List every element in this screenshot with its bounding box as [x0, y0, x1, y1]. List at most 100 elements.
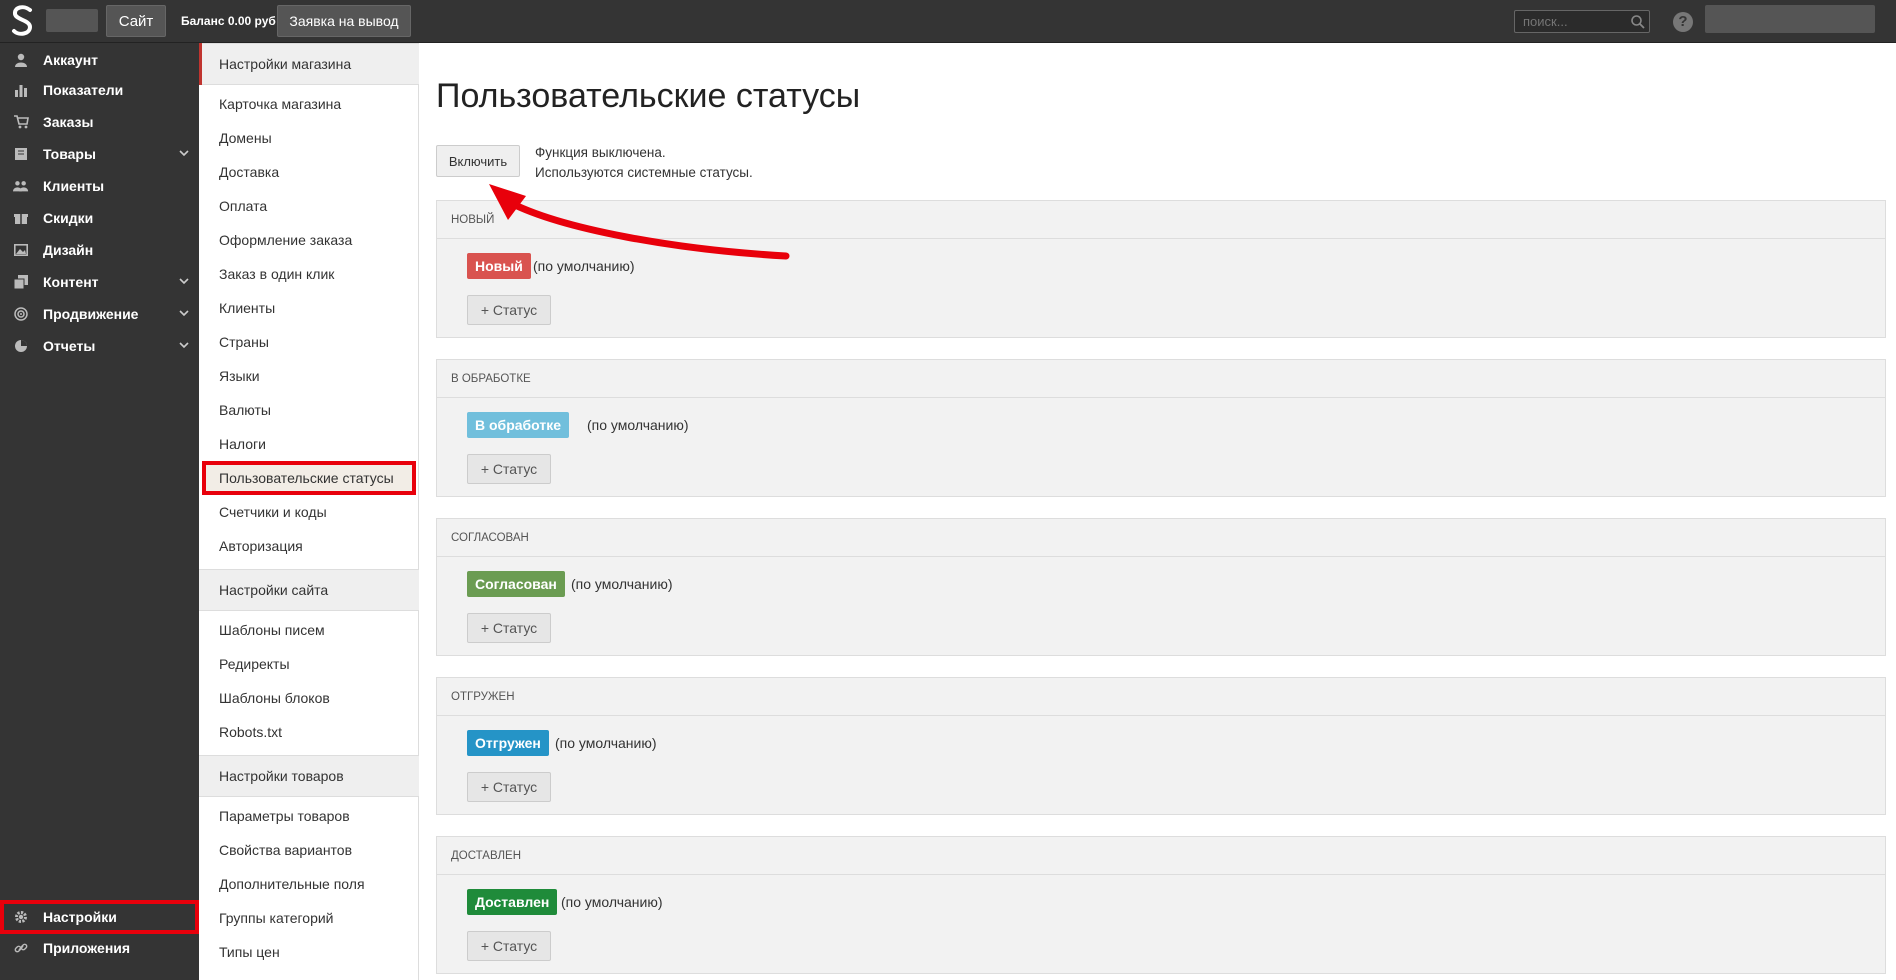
default-note: (по умолчанию): [561, 894, 663, 910]
subnav-header-shop[interactable]: Настройки магазина: [199, 43, 419, 85]
gear-icon: [13, 909, 29, 925]
panel-header: Согласован: [437, 519, 1885, 557]
subnav-accent-bar: [199, 43, 202, 85]
sidebar-item-orders[interactable]: Заказы: [0, 107, 199, 137]
status-badge[interactable]: Отгружен: [467, 730, 549, 756]
add-status-label: Статус: [492, 461, 538, 477]
subnav-item[interactable]: Языки: [199, 359, 419, 393]
page-title: Пользовательские статусы: [436, 77, 861, 115]
sidebar-item-label: Настройки: [43, 909, 117, 925]
default-note: (по умолчанию): [587, 417, 689, 433]
add-status-button[interactable]: + Статус: [467, 772, 551, 802]
add-status-label: Статус: [492, 779, 538, 795]
add-status-button[interactable]: + Статус: [467, 454, 551, 484]
subnav-item-active[interactable]: Пользовательские статусы: [202, 461, 416, 495]
site-select[interactable]: [46, 9, 98, 32]
sidebar-item-label: Показатели: [43, 82, 124, 98]
sidebar-item-content[interactable]: Контент: [0, 267, 199, 297]
sidebar-item-account[interactable]: Аккаунт: [0, 45, 199, 75]
default-note: (по умолчанию): [555, 735, 657, 751]
sidebar-item-label: Заказы: [43, 114, 94, 130]
sidebar-item-label: Аккаунт: [43, 52, 99, 68]
subnav-item[interactable]: Доставка: [199, 155, 419, 189]
sidebar-item-label: Скидки: [43, 210, 94, 226]
chevron-down-icon: [179, 342, 189, 349]
chevron-down-icon: [179, 150, 189, 157]
sidebar-item-reports[interactable]: Отчеты: [0, 331, 199, 361]
add-status-button[interactable]: + Статус: [467, 295, 551, 325]
subnav-item[interactable]: Счетчики и коды: [199, 495, 419, 529]
subnav-item[interactable]: Параметры товаров: [199, 799, 419, 833]
copy-icon: [13, 274, 29, 290]
search-icon[interactable]: [1630, 14, 1646, 30]
main-content: Пользовательские статусы Включить Функци…: [420, 43, 1896, 980]
plus-icon: +: [480, 302, 490, 318]
status-badge[interactable]: Новый: [467, 253, 531, 279]
add-status-button[interactable]: + Статус: [467, 613, 551, 643]
subnav-header-site[interactable]: Настройки сайта: [199, 569, 419, 611]
sidebar-item-discounts[interactable]: Скидки: [0, 203, 199, 233]
logo-s-icon[interactable]: [8, 4, 38, 38]
panel-header: Новый: [437, 201, 1885, 239]
link-icon: [13, 940, 29, 956]
status-badge[interactable]: Доставлен: [467, 889, 558, 915]
subnav-item[interactable]: Группы категорий: [199, 901, 419, 935]
subnav-item[interactable]: Налоги: [199, 427, 419, 461]
subnav-item[interactable]: Домены: [199, 121, 419, 155]
sidebar-item-label: Приложения: [43, 940, 131, 956]
subnav-item[interactable]: Редиректы: [199, 647, 419, 681]
status-panel-shipped: Отгружен Отгружен (по умолчанию) + Стату…: [436, 677, 1886, 815]
sidebar-item-label: Товары: [43, 146, 96, 162]
sidebar-item-products[interactable]: Товары: [0, 139, 199, 169]
function-status-line2: Используются системные статусы.: [535, 165, 753, 180]
chevron-down-icon: [179, 278, 189, 285]
subnav-item[interactable]: Страны: [199, 325, 419, 359]
status-panel-processing: В обработке В обработке (по умолчанию) +…: [436, 359, 1886, 497]
sidebar-item-promotion[interactable]: Продвижение: [0, 299, 199, 329]
sidebar-item-label: Отчеты: [43, 338, 96, 354]
target-icon: [13, 306, 29, 322]
sidebar-item-clients[interactable]: Клиенты: [0, 171, 199, 201]
enable-button[interactable]: Включить: [436, 145, 520, 177]
sidebar-item-apps[interactable]: Приложения: [0, 933, 199, 963]
default-note: (по умолчанию): [533, 258, 635, 274]
status-panel-agreed: Согласован Согласован (по умолчанию) + С…: [436, 518, 1886, 656]
balance-text: Баланс 0.00 руб: [181, 14, 276, 28]
subnav-item[interactable]: Дополнительные поля: [199, 867, 419, 901]
top-bar: Сайт Баланс 0.00 руб Заявка на вывод ?: [0, 0, 1896, 43]
status-panel-new: Новый Новый (по умолчанию) + Статус: [436, 200, 1886, 338]
sidebar-item-settings[interactable]: Настройки: [0, 900, 199, 934]
status-badge[interactable]: Согласован: [467, 571, 565, 597]
subnav-item[interactable]: Свойства вариантов: [199, 833, 419, 867]
subnav-item[interactable]: Клиенты: [199, 291, 419, 325]
chevron-down-icon: [179, 310, 189, 317]
add-status-label: Статус: [492, 938, 538, 954]
book-icon: [13, 146, 29, 162]
user-menu[interactable]: [1705, 5, 1875, 33]
subnav-item[interactable]: Карточка магазина: [199, 87, 419, 121]
withdraw-button[interactable]: Заявка на вывод: [277, 5, 411, 37]
status-badge[interactable]: В обработке: [467, 412, 570, 438]
sidebar-item-label: Контент: [43, 274, 99, 290]
subnav-item[interactable]: Шаблоны блоков: [199, 681, 419, 715]
site-button[interactable]: Сайт: [106, 5, 166, 37]
subnav-item[interactable]: Оформление заказа: [199, 223, 419, 257]
main-sidebar: Аккаунт Показатели Заказы Товары Клиенты…: [0, 43, 199, 980]
sidebar-item-label: Продвижение: [43, 306, 139, 322]
sidebar-item-stats[interactable]: Показатели: [0, 75, 199, 105]
subnav-item[interactable]: Авторизация: [199, 529, 419, 563]
sidebar-item-label: Дизайн: [43, 242, 94, 258]
subnav-item[interactable]: Robots.txt: [199, 715, 419, 749]
sidebar-item-label: Клиенты: [43, 178, 105, 194]
subnav-item[interactable]: Типы цен: [199, 935, 419, 969]
help-icon[interactable]: ?: [1673, 12, 1693, 32]
add-status-button[interactable]: + Статус: [467, 931, 551, 961]
subnav-item[interactable]: Валюты: [199, 393, 419, 427]
subnav-item[interactable]: Оплата: [199, 189, 419, 223]
sidebar-item-design[interactable]: Дизайн: [0, 235, 199, 265]
subnav-item[interactable]: Шаблоны писем: [199, 613, 419, 647]
subnav-header-goods[interactable]: Настройки товаров: [199, 755, 419, 797]
image-icon: [13, 242, 29, 258]
subnav-item[interactable]: Заказ в один клик: [199, 257, 419, 291]
gift-icon: [13, 210, 29, 226]
